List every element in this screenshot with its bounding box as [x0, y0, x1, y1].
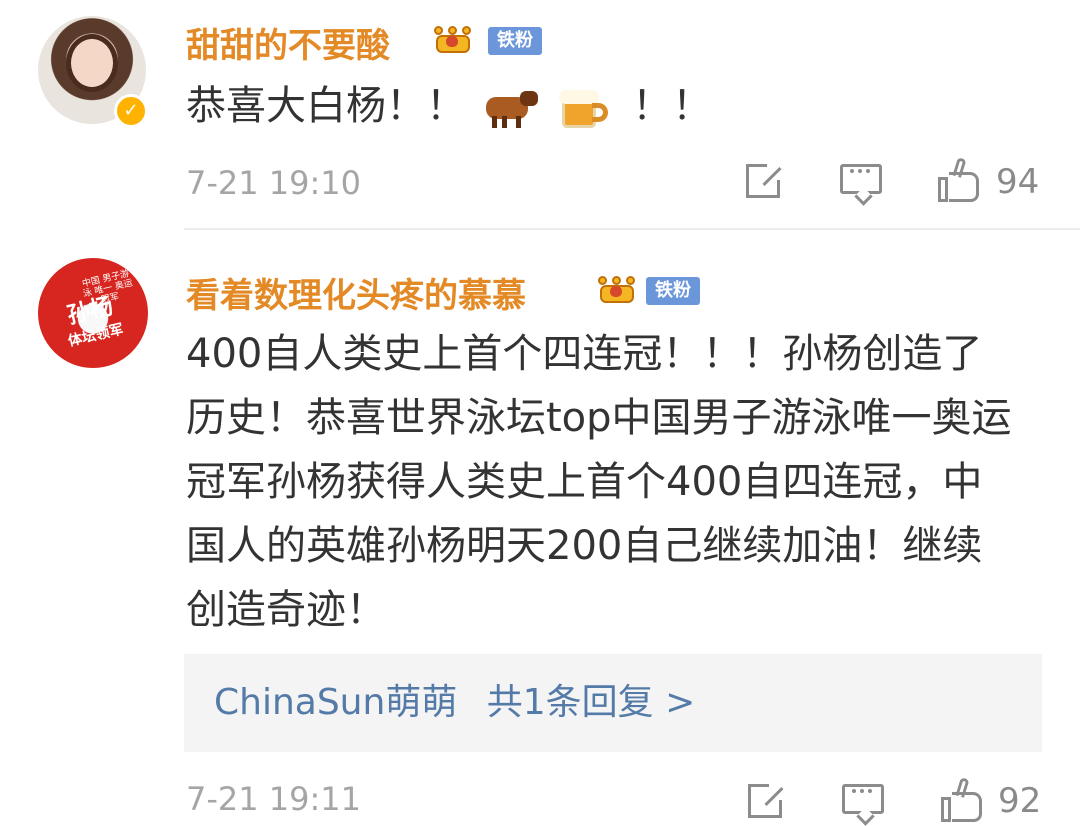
like-button[interactable] [939, 777, 985, 822]
cow-leg-icon [501, 116, 507, 128]
thumbs-up-cuff-icon [938, 177, 948, 202]
crown-icon [598, 272, 636, 304]
comment-text-after-emoji: ！！ [632, 83, 713, 129]
share-button[interactable] [742, 158, 788, 202]
comment-button[interactable] [840, 778, 886, 826]
avatar-face-icon [66, 34, 118, 92]
cow-leg-icon [491, 116, 497, 128]
comment-dots-icon [850, 169, 870, 177]
share-icon-side [777, 180, 780, 198]
comment-content: 400自人类史上首个四连冠！！！孙杨创造了历史！恭喜世界泳坛top中国男子游泳唯… [186, 331, 1012, 633]
thumbs-up-icon [952, 792, 982, 822]
share-icon-top [750, 784, 769, 787]
comment-item: 中国 男子游泳 唯一 奥运冠军 孙杨 体坛领军 看着数理化头疼的慕慕 铁粉 40… [0, 232, 1080, 826]
crown-center-point-icon [612, 276, 621, 285]
cow-head-icon [519, 91, 538, 106]
share-icon [748, 784, 782, 818]
share-icon [746, 164, 780, 198]
reply-preview[interactable]: ChinaSun萌萌 共1条回复 > [184, 654, 1042, 752]
beer-handle-icon [592, 103, 609, 122]
thumbs-up-icon [949, 172, 979, 202]
fan-badge: 铁粉 [646, 277, 700, 305]
comment-timestamp: 7-21 19:10 [186, 164, 362, 202]
fan-badge: 铁粉 [488, 27, 542, 55]
thumbs-up-cuff-icon [941, 797, 951, 822]
cow-leg-icon [515, 116, 521, 128]
comment-divider [184, 228, 1080, 230]
crown-heart-icon [446, 36, 458, 47]
avatar-text: 孙杨 体坛领军 [43, 290, 143, 356]
comment-content: 恭喜大白杨！！ ！！ [186, 74, 712, 138]
crown-right-point-icon [462, 26, 471, 35]
comment-text-before-emoji: 恭喜大白杨！！ [186, 83, 466, 129]
beer-mug-emoji [558, 88, 616, 128]
crown-icon [434, 22, 472, 54]
like-count[interactable]: 92 [998, 781, 1041, 821]
comment-button[interactable] [838, 158, 884, 206]
share-icon-top [748, 164, 767, 167]
username[interactable]: 看着数理化头疼的慕慕 [186, 268, 526, 317]
share-icon-side [779, 800, 782, 818]
crown-right-point-icon [626, 276, 635, 285]
user-avatar[interactable]: 中国 男子游泳 唯一 奥运冠军 孙杨 体坛领军 [38, 258, 148, 368]
username[interactable]: 甜甜的不要酸 [186, 18, 390, 67]
reply-count-link[interactable]: 共1条回复 > [487, 682, 696, 723]
comment-item: ✓ 甜甜的不要酸 铁粉 恭喜大白杨！！ ！！ 7-21 19:10 94 [0, 0, 1080, 228]
reply-preview-text[interactable]: ChinaSun萌萌 共1条回复 > [214, 680, 695, 726]
verified-badge-icon: ✓ [114, 94, 148, 128]
avatar-subtitle: 体坛领军 [66, 321, 125, 350]
comment-timestamp: 7-21 19:11 [186, 780, 362, 818]
crown-left-point-icon [434, 26, 443, 35]
like-button[interactable] [936, 157, 982, 202]
crown-left-point-icon [598, 276, 607, 285]
comment-dots-icon [852, 789, 872, 797]
crown-heart-icon [610, 286, 622, 297]
crown-center-point-icon [448, 26, 457, 35]
share-button[interactable] [744, 778, 790, 822]
like-count[interactable]: 94 [996, 162, 1039, 202]
reply-user-link[interactable]: ChinaSun萌萌 [214, 682, 457, 723]
beer-foam-icon [559, 90, 600, 104]
cow-emoji [482, 88, 540, 128]
